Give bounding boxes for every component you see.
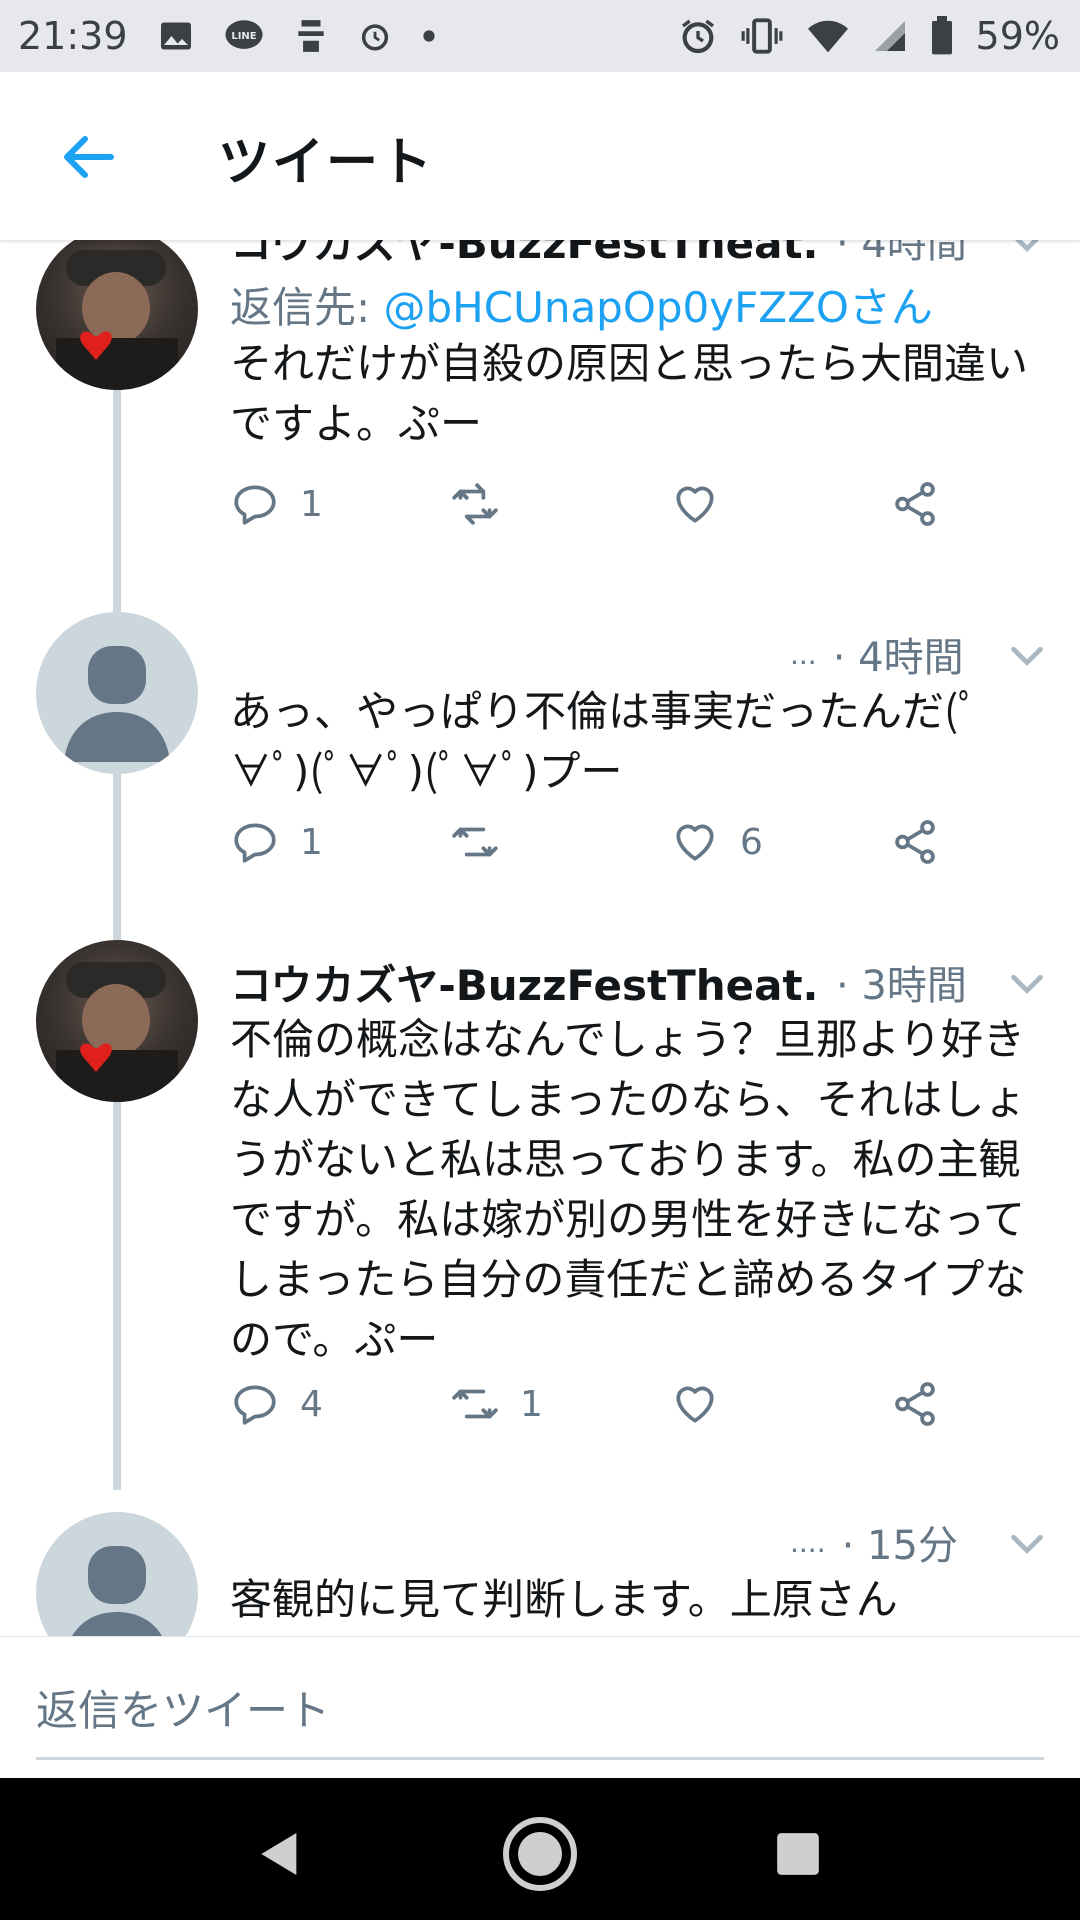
thread-line [113, 390, 121, 612]
avatar[interactable] [36, 240, 198, 390]
share-icon [895, 820, 935, 864]
thread-line [113, 774, 121, 942]
chevron-down-icon[interactable] [1004, 1520, 1050, 1566]
tweet-thread: コウカズヤ-BuzzFestTheat... · 4時間 返信先: @bHCUn… [0, 240, 1080, 1636]
tweet-item[interactable]: コウカズヤ-BuzzFestTheat... · 3時間 不倫の概念はなんでしょ… [0, 940, 1080, 1490]
tweet-actions: 1 [230, 474, 970, 534]
reply-composer: 返信をツイート [0, 1636, 1080, 1779]
thread-line [113, 1102, 121, 1490]
like-button[interactable] [670, 1374, 740, 1434]
back-button[interactable] [52, 122, 122, 192]
app-bar: ツイート [0, 72, 1080, 240]
tweet-time: · 15分 [841, 1523, 958, 1569]
dot-icon [422, 29, 436, 43]
chevron-down-icon[interactable] [1004, 240, 1050, 264]
share-button[interactable] [890, 474, 940, 534]
reply-button[interactable]: 4 [230, 1374, 323, 1434]
tweet-author-name[interactable]: ... [790, 638, 817, 671]
nav-home-button[interactable] [500, 1814, 580, 1894]
arrow-left-icon [64, 136, 114, 178]
nav-recents-button[interactable] [758, 1814, 838, 1894]
like-button[interactable]: 6 [670, 812, 763, 872]
avatar[interactable] [36, 1512, 198, 1636]
tweet-text: あっ、やっぱり不倫は事実だったんだ(ﾟ∀ﾟ)(ﾟ∀ﾟ)(ﾟ∀ﾟ)プー [230, 687, 980, 796]
tweet-actions: 1 6 [230, 812, 970, 872]
triangle-back-icon [261, 1833, 297, 1875]
share-icon [895, 1382, 935, 1426]
like-count: 6 [740, 821, 763, 863]
battery-icon [930, 16, 954, 56]
line-icon: LINE [224, 18, 264, 54]
heart-icon [676, 824, 714, 861]
circle-home-icon [503, 1817, 577, 1891]
signal-icon [872, 18, 908, 54]
tweet-text: それだけが自殺の原因と思ったら大間違いですよ。ぷー [230, 339, 1029, 448]
reply-to-handle[interactable]: @bHCUnapOp0yFZZOさん [384, 283, 933, 332]
status-time: 21:39 [18, 14, 128, 58]
heart-icon [676, 1386, 714, 1423]
reply-button[interactable]: 1 [230, 474, 323, 534]
share-button[interactable] [890, 1374, 940, 1434]
reply-button[interactable]: 1 [230, 812, 323, 872]
tweet-text: 不倫の概念はなんでしょう？旦那より好きな人ができてしまったのなら、それはしょうが… [230, 1015, 1027, 1364]
app-icon [294, 17, 328, 55]
tweet-author-name[interactable]: コウカズヤ-BuzzFestTheat... [230, 240, 820, 271]
tweet-time: · 3時間 [836, 963, 967, 1009]
reply-icon [234, 1385, 276, 1425]
retweet-icon [452, 483, 498, 525]
tweet-item[interactable]: .... · 15分 客観的に見て判断します。上原さん [0, 1512, 1080, 1636]
chevron-down-icon[interactable] [1004, 632, 1050, 678]
retweet-button[interactable]: 1 [450, 1374, 543, 1434]
reply-icon [234, 485, 276, 525]
reply-underline [36, 1757, 1044, 1760]
tweet-time: · 4時間 [836, 240, 967, 267]
square-recents-icon [777, 1833, 819, 1875]
alarm-icon [678, 16, 718, 56]
chevron-down-icon[interactable] [1004, 960, 1050, 1006]
tweet-item[interactable]: コウカズヤ-BuzzFestTheat... · 4時間 返信先: @bHCUn… [0, 240, 1080, 612]
reply-input[interactable]: 返信をツイート [36, 1677, 330, 1738]
reply-count: 4 [300, 1383, 323, 1425]
gallery-icon [158, 18, 194, 54]
battery-percent: 59% [975, 14, 1060, 58]
retweet-icon [452, 827, 498, 857]
reply-to-prefix: 返信先: [230, 283, 384, 332]
wifi-icon [806, 16, 850, 56]
avatar[interactable] [36, 612, 198, 774]
status-bar: 21:39 LINE 59% [0, 0, 1080, 72]
share-icon [895, 482, 935, 526]
share-button[interactable] [890, 812, 940, 872]
tweet-actions: 4 1 [230, 1374, 970, 1434]
avatar[interactable] [36, 940, 198, 1102]
retweet-count: 1 [520, 1383, 543, 1425]
reply-count: 1 [300, 821, 323, 863]
retweet-button[interactable] [450, 812, 520, 872]
svg-text:LINE: LINE [231, 31, 256, 42]
vibrate-icon [740, 16, 784, 56]
tweet-item[interactable]: ... · 4時間 あっ、やっぱり不倫は事実だったんだ(ﾟ∀ﾟ)(ﾟ∀ﾟ)(ﾟ∀… [0, 612, 1080, 942]
nav-back-button[interactable] [240, 1814, 320, 1894]
like-button[interactable] [670, 474, 740, 534]
retweet-button[interactable] [450, 474, 520, 534]
reply-count: 1 [300, 483, 323, 525]
tweet-author-name[interactable]: コウカズヤ-BuzzFestTheat... [230, 952, 820, 1013]
heart-icon [676, 486, 714, 523]
page-title: ツイート [218, 133, 435, 193]
tweet-author-name[interactable]: .... [790, 1526, 826, 1559]
reply-icon [234, 823, 276, 863]
tweet-time: · 4時間 [832, 635, 964, 681]
reply-to-label: 返信先: @bHCUnapOp0yFZZOさん [230, 274, 933, 335]
tweet-text: 客観的に見て判断します。上原さん [230, 1575, 898, 1624]
system-nav-bar [0, 1778, 1080, 1920]
alarm-icon [358, 19, 392, 53]
retweet-icon [452, 1389, 498, 1419]
